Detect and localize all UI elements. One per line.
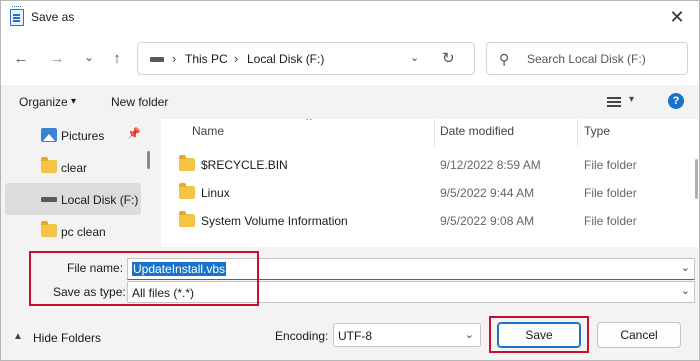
file-name-dropdown-icon[interactable]: ⌄	[681, 261, 690, 274]
sidebar-item-label: Local Disk (F:)	[61, 193, 139, 207]
organize-button[interactable]: Organize	[19, 95, 68, 109]
folder-icon	[41, 157, 57, 173]
notepad-icon	[10, 6, 24, 26]
hide-folders-chevron-icon[interactable]: ▲	[13, 331, 23, 342]
highlight-box	[29, 251, 259, 306]
breadcrumb-separator-icon: ›	[172, 51, 177, 66]
encoding-select[interactable]: UTF-8 ⌄	[333, 323, 481, 347]
sidebar-item-pc-clean[interactable]: pc clean	[5, 215, 141, 247]
pin-icon: 📌	[127, 128, 141, 140]
sidebar-item-label: clear	[61, 161, 88, 175]
file-type: File folder	[584, 158, 637, 172]
file-name: $RECYCLE.BIN	[201, 158, 288, 172]
sidebar-item-local-disk[interactable]: Local Disk (F:)	[5, 183, 141, 215]
save-as-type-dropdown-icon[interactable]: ⌄	[681, 284, 690, 297]
file-name: Linux	[201, 186, 230, 200]
address-bar[interactable]: › This PC › Local Disk (F:) ⌄ ↻	[137, 42, 475, 75]
file-date: 9/12/2022 8:59 AM	[440, 158, 541, 172]
view-dropdown-icon[interactable]: ▾	[629, 94, 634, 105]
column-divider[interactable]	[434, 119, 435, 147]
cancel-button[interactable]: Cancel	[597, 322, 681, 348]
file-name: System Volume Information	[201, 214, 348, 228]
column-divider[interactable]	[577, 119, 578, 147]
drive-icon	[41, 197, 57, 202]
save-as-dialog: Save as ✕ ← → ⌄ ↑ › This PC › Local Disk…	[0, 0, 700, 361]
window-title: Save as	[31, 10, 75, 24]
file-list-scrollbar[interactable]	[695, 159, 698, 199]
folder-icon	[179, 183, 195, 199]
command-bar: Organize ▾ New folder ▾ ?	[1, 85, 699, 119]
view-options-icon[interactable]	[607, 97, 621, 107]
encoding-dropdown-icon[interactable]: ⌄	[465, 328, 474, 341]
refresh-icon[interactable]: ↻	[442, 49, 455, 67]
sidebar-item-clear[interactable]: clear	[5, 151, 141, 183]
save-form: File name: UpdateInstall.vbs ⌄ Save as t…	[1, 247, 699, 360]
folder-icon	[179, 211, 195, 227]
sidebar-item-pictures[interactable]: Pictures 📌	[5, 119, 141, 151]
file-row[interactable]: $RECYCLE.BIN 9/12/2022 8:59 AM File fold…	[161, 150, 699, 178]
up-arrow-icon[interactable]: ↑	[105, 47, 129, 71]
forward-arrow-icon[interactable]: →	[45, 47, 69, 71]
navigation-scrollbar[interactable]	[147, 151, 150, 169]
search-icon: ⚲	[499, 51, 510, 67]
organize-dropdown-icon[interactable]: ▾	[71, 96, 76, 107]
highlight-box	[489, 316, 589, 353]
back-arrow-icon[interactable]: ←	[9, 47, 33, 71]
column-header-date-modified[interactable]: Date modified	[440, 124, 514, 138]
file-type: File folder	[584, 214, 637, 228]
new-folder-button[interactable]: New folder	[111, 95, 168, 109]
drive-icon	[150, 57, 164, 62]
search-box[interactable]: ⚲ Search Local Disk (F:)	[486, 42, 688, 75]
title-bar: Save as ✕	[1, 1, 699, 33]
sidebar-item-label: Pictures	[61, 129, 105, 143]
file-row[interactable]: Linux 9/5/2022 9:44 AM File folder	[161, 178, 699, 206]
encoding-value: UTF-8	[338, 329, 372, 343]
sidebar-item-label: pc clean	[61, 225, 106, 239]
breadcrumb-local-disk[interactable]: Local Disk (F:)	[247, 52, 324, 66]
sort-ascending-icon: ⌃	[304, 119, 315, 129]
column-header-type[interactable]: Type	[584, 124, 610, 138]
search-input[interactable]: Search Local Disk (F:)	[527, 52, 646, 66]
hide-folders-button[interactable]: Hide Folders	[33, 331, 101, 345]
file-row[interactable]: System Volume Information 9/5/2022 9:08 …	[161, 206, 699, 234]
file-type: File folder	[584, 186, 637, 200]
navigation-bar: ← → ⌄ ↑ › This PC › Local Disk (F:) ⌄ ↻ …	[1, 33, 699, 85]
folder-icon	[41, 221, 57, 237]
close-icon[interactable]: ✕	[663, 5, 691, 29]
file-list: ⌃ Name Date modified Type $RECYCLE.BIN 9…	[161, 119, 699, 247]
navigation-pane: Pictures 📌 clear Local Disk (F:) pc clea…	[1, 119, 145, 247]
address-dropdown-chevron-icon[interactable]: ⌄	[410, 51, 419, 64]
pictures-icon	[41, 128, 57, 142]
encoding-label: Encoding:	[275, 329, 329, 343]
help-icon[interactable]: ?	[668, 93, 684, 109]
breadcrumb-separator-icon: ›	[234, 51, 239, 66]
file-date: 9/5/2022 9:08 AM	[440, 214, 535, 228]
file-date: 9/5/2022 9:44 AM	[440, 186, 535, 200]
breadcrumb-this-pc[interactable]: This PC	[185, 52, 228, 66]
recent-locations-chevron-icon[interactable]: ⌄	[77, 45, 101, 69]
folder-icon	[179, 155, 195, 171]
column-header-name[interactable]: Name	[192, 124, 224, 138]
